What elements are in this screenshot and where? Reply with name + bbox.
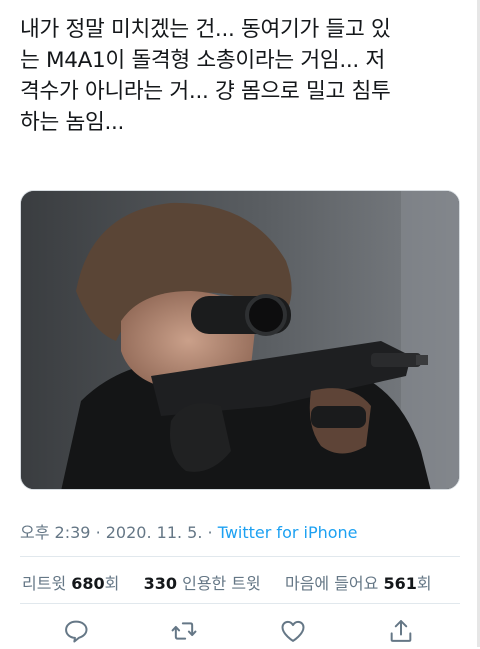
like-label: 마음에 들어요 <box>284 574 379 593</box>
tweet-photo[interactable] <box>20 190 460 490</box>
tweet-line: 내가 정말 미치겠는 건... 동여기가 들고 있 <box>20 17 391 42</box>
reply-button[interactable] <box>62 617 90 645</box>
tweet-line: 격수가 아니라는 거... 걍 몸으로 밀고 침투 <box>20 79 391 104</box>
likes-stat[interactable]: 마음에 들어요 561회 <box>285 574 432 593</box>
tweet-meta: 오후 2:39 · 2020. 11. 5. · Twitter for iPh… <box>20 519 358 543</box>
retweets-stat[interactable]: 리트윗 680회 <box>22 574 125 593</box>
meta-separator: · <box>207 523 213 542</box>
like-button[interactable] <box>279 617 307 645</box>
retweet-count: 680 <box>71 574 105 593</box>
tweet-line: 는 M4A1이 돌격형 소총이라는 거임... 저 <box>20 48 385 73</box>
retweet-button[interactable] <box>170 617 198 645</box>
share-icon <box>390 620 412 642</box>
tweet-date[interactable]: 2020. 11. 5. <box>106 523 203 542</box>
share-button[interactable] <box>387 617 415 645</box>
retweet-label: 리트윗 <box>22 574 67 593</box>
retweet-suffix: 회 <box>104 574 120 593</box>
divider <box>20 556 460 557</box>
tweet-text: 내가 정말 미치겠는 건... 동여기가 들고 있 는 M4A1이 돌격형 소총… <box>20 14 460 138</box>
quote-count: 330 <box>143 574 177 593</box>
quote-label: 인용한 트윗 <box>182 574 261 593</box>
heart-icon <box>281 620 305 642</box>
tweet-line: 하는 놈임... <box>20 110 125 135</box>
like-count: 561 <box>383 574 417 593</box>
photo-person-aiming-rifle <box>21 191 459 489</box>
meta-separator: · <box>95 523 101 542</box>
tweet-source-link[interactable]: Twitter for iPhone <box>218 523 358 542</box>
tweet-time: 오후 2:39 <box>20 523 91 542</box>
reply-icon <box>65 620 88 643</box>
quotes-stat[interactable]: 330 인용한 트윗 <box>144 574 266 593</box>
tweet-stats: 리트윗 680회 330 인용한 트윗 마음에 들어요 561회 <box>22 570 432 594</box>
divider <box>20 603 460 604</box>
retweet-icon <box>171 622 197 640</box>
tweet-action-bar <box>0 614 480 647</box>
like-suffix: 회 <box>416 574 432 593</box>
